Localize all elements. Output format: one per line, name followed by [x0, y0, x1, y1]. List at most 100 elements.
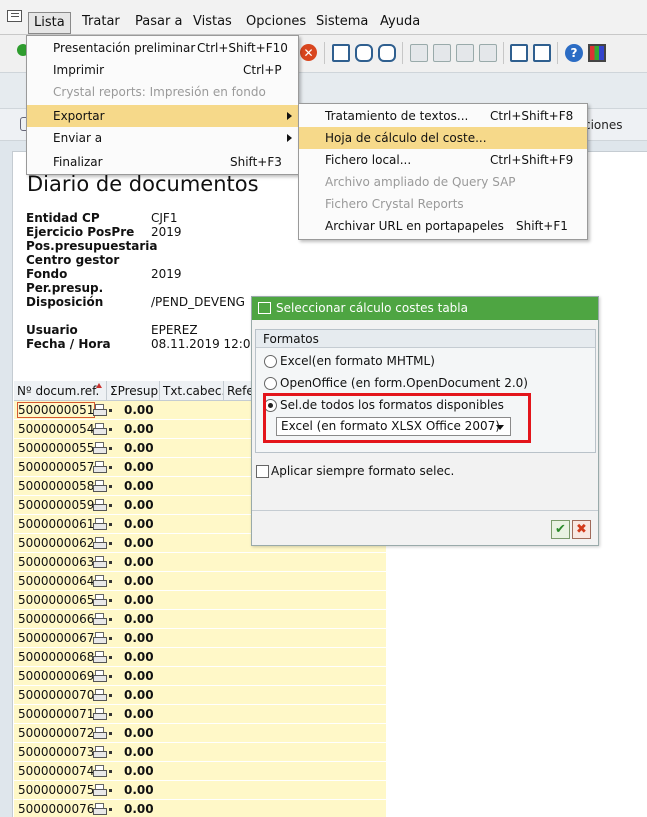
column-header-doc-ref[interactable]: Nº docum.ref.	[14, 381, 107, 401]
doc-ref-cell[interactable]: 5000000061	[18, 517, 94, 531]
document-icon[interactable]	[93, 784, 107, 796]
doc-ref-cell[interactable]: 5000000073	[18, 745, 94, 759]
table-row[interactable]: 5000000070 0.00	[14, 686, 386, 705]
next-page-icon[interactable]	[456, 44, 474, 62]
document-icon[interactable]	[93, 765, 107, 777]
cancel-icon[interactable]: ✕	[300, 44, 317, 61]
menu-item-finalizar[interactable]: Finalizar Shift+F3	[27, 151, 298, 173]
menu-item-imprimir[interactable]: Imprimir Ctrl+P	[27, 59, 298, 81]
doc-ref-cell[interactable]: 5000000067	[18, 631, 94, 645]
find-icon[interactable]	[355, 44, 373, 62]
app-menu-icon[interactable]	[7, 10, 22, 22]
document-icon[interactable]	[93, 518, 107, 530]
document-icon[interactable]	[93, 480, 107, 492]
document-icon[interactable]	[93, 651, 107, 663]
document-icon[interactable]	[93, 708, 107, 720]
table-row[interactable]: 5000000074 0.00	[14, 762, 386, 781]
doc-ref-cell[interactable]: 5000000070	[18, 688, 94, 702]
menu-tratar[interactable]: Tratar	[82, 13, 120, 31]
doc-ref-cell[interactable]: 5000000072	[18, 726, 94, 740]
menu-item-tratamiento-textos[interactable]: Tratamiento de textos... Ctrl+Shift+F8	[299, 105, 587, 127]
document-icon[interactable]	[93, 575, 107, 587]
new-session-icon[interactable]	[510, 44, 528, 62]
document-icon[interactable]	[93, 594, 107, 606]
document-icon[interactable]	[93, 803, 107, 815]
menu-ayuda[interactable]: Ayuda	[380, 13, 420, 31]
table-row[interactable]: 5000000075 0.00	[14, 781, 386, 800]
document-icon[interactable]	[93, 613, 107, 625]
document-icon[interactable]	[93, 423, 107, 435]
first-page-icon[interactable]	[410, 44, 428, 62]
menu-sistema[interactable]: Sistema	[316, 13, 368, 31]
doc-ref-cell[interactable]: 5000000063	[18, 555, 94, 569]
table-row[interactable]: 5000000068 0.00	[14, 648, 386, 667]
menu-item-enviar-a[interactable]: Enviar a	[27, 127, 298, 149]
table-row[interactable]: 5000000066 0.00	[14, 610, 386, 629]
doc-ref-cell[interactable]: 5000000069	[18, 669, 94, 683]
cancel-button[interactable]: ✖	[572, 520, 591, 539]
menu-item-hoja-calculo[interactable]: Hoja de cálculo del coste...	[299, 127, 587, 149]
radio-openoffice[interactable]	[264, 377, 277, 390]
table-row[interactable]: 5000000076 0.00	[14, 800, 386, 817]
table-row[interactable]: 5000000065 0.00	[14, 591, 386, 610]
previous-page-icon[interactable]	[433, 44, 451, 62]
shortcut-icon[interactable]	[533, 44, 551, 62]
app-toolbar-options-label[interactable]: ciones	[584, 118, 623, 132]
document-icon[interactable]	[93, 404, 107, 416]
doc-ref-cell[interactable]: 5000000068	[18, 650, 94, 664]
doc-ref-cell[interactable]: 5000000075	[18, 783, 94, 797]
help-icon[interactable]: ?	[565, 44, 583, 62]
radio-excel-mhtml[interactable]	[264, 355, 277, 368]
doc-ref-cell[interactable]: 5000000071	[18, 707, 94, 721]
doc-ref-cell[interactable]: 5000000051	[16, 402, 96, 418]
doc-ref-cell[interactable]: 5000000066	[18, 612, 94, 626]
doc-ref-cell[interactable]: 5000000074	[18, 764, 94, 778]
table-row[interactable]: 5000000064 0.00	[14, 572, 386, 591]
ok-button[interactable]: ✔	[551, 520, 570, 539]
menu-item-archivar-url[interactable]: Archivar URL en portapapeles Shift+F1	[299, 215, 587, 237]
table-row[interactable]: 5000000063 0.00	[14, 553, 386, 572]
doc-ref-cell[interactable]: 5000000064	[18, 574, 94, 588]
menu-lista[interactable]: Lista	[28, 12, 71, 34]
document-icon[interactable]	[93, 632, 107, 644]
always-apply-checkbox[interactable]	[256, 465, 269, 478]
document-icon[interactable]	[93, 461, 107, 473]
customize-layout-icon[interactable]	[588, 44, 606, 62]
document-icon[interactable]	[93, 442, 107, 454]
document-icon[interactable]	[93, 727, 107, 739]
document-icon[interactable]	[93, 556, 107, 568]
table-row[interactable]: 5000000071 0.00	[14, 705, 386, 724]
table-row[interactable]: 5000000069 0.00	[14, 667, 386, 686]
dialog-title-bar[interactable]: Seleccionar cálculo costes tabla	[252, 297, 598, 320]
doc-ref-cell[interactable]: 5000000059	[18, 498, 94, 512]
doc-ref-cell[interactable]: 5000000076	[18, 802, 94, 816]
menu-opciones[interactable]: Opciones	[246, 13, 306, 31]
doc-ref-cell[interactable]: 5000000055	[18, 441, 94, 455]
column-header-txt-cabec[interactable]: Txt.cabec.	[160, 381, 224, 401]
doc-ref-cell[interactable]: 5000000065	[18, 593, 94, 607]
menu-item-presentacion-preliminar[interactable]: Presentación preliminar Ctrl+Shift+F10	[27, 37, 298, 59]
column-header-presup[interactable]: ΣPresup.	[107, 381, 160, 401]
table-row[interactable]: 5000000067 0.00	[14, 629, 386, 648]
document-icon[interactable]	[93, 746, 107, 758]
table-row[interactable]: 5000000073 0.00	[14, 743, 386, 762]
menu-item-fichero-local[interactable]: Fichero local... Ctrl+Shift+F9	[299, 149, 587, 171]
print-icon[interactable]	[332, 44, 350, 62]
document-icon[interactable]	[93, 499, 107, 511]
always-apply-label[interactable]: Aplicar siempre formato selec.	[271, 464, 454, 478]
radio-excel-mhtml-label[interactable]: Excel(en formato MHTML)	[280, 354, 435, 368]
doc-ref-cell[interactable]: 5000000062	[18, 536, 94, 550]
document-icon[interactable]	[93, 689, 107, 701]
document-icon[interactable]	[93, 670, 107, 682]
table-row[interactable]: 5000000072 0.00	[14, 724, 386, 743]
doc-ref-cell[interactable]: 5000000054	[18, 422, 94, 436]
radio-openoffice-label[interactable]: OpenOffice (en form.OpenDocument 2.0)	[280, 376, 528, 390]
last-page-icon[interactable]	[479, 44, 497, 62]
menu-vistas[interactable]: Vistas	[193, 13, 232, 31]
menu-item-exportar[interactable]: Exportar	[27, 105, 298, 127]
doc-ref-cell[interactable]: 5000000058	[18, 479, 94, 493]
document-icon[interactable]	[93, 537, 107, 549]
doc-ref-cell[interactable]: 5000000057	[18, 460, 94, 474]
menu-pasar-a[interactable]: Pasar a	[135, 13, 182, 31]
find-next-icon[interactable]	[378, 44, 396, 62]
